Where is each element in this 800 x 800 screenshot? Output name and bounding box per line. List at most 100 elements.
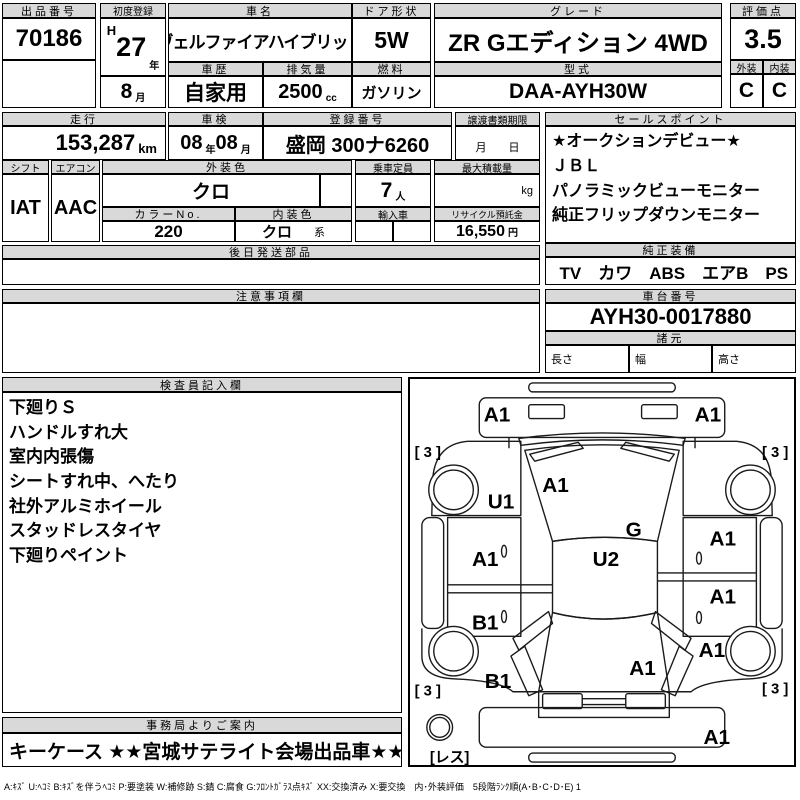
- reg-no-value: 盛岡 300ナ6260: [263, 126, 452, 160]
- inspection-year-unit: 年: [205, 145, 216, 156]
- door-shape-label: ドア形状: [352, 3, 431, 18]
- diagram-label-spare-tire: [レス]: [430, 750, 470, 765]
- mileage-value: 153,287: [55, 130, 136, 155]
- wheel-front-left-inner: [433, 469, 475, 511]
- door-divider-left: [447, 584, 553, 594]
- headlight-right: [640, 404, 678, 420]
- color-no-label: カラーNo.: [102, 207, 235, 221]
- inspector-notes: 下廻りＳ ハンドルすれ大 室内内張傷 シートすれ中、へたり 社外アルミホイール …: [2, 392, 402, 713]
- office-label: 事務局よりご案内: [2, 717, 402, 733]
- cowl-strip: [518, 432, 686, 447]
- ext-color-empty-cell: [320, 174, 352, 207]
- first-reg-month: 8: [120, 80, 133, 103]
- rear-edge-bar: [528, 752, 676, 763]
- car-damage-diagram: A1 A1 [ 3 ] [ 3 ] U1 A1 G U2 A1 A1 B1 A1 B1 A1 A1 [ 3 ]…: [415, 382, 788, 766]
- diagram-label-door-front-right: A1: [709, 527, 736, 550]
- import-car-empty-1: [355, 221, 393, 242]
- capacity-unit: 人: [395, 192, 406, 203]
- wheel-rear-left-inner: [433, 630, 475, 672]
- mileage-label: 走行: [2, 112, 166, 126]
- reg-no-label: 登録番号: [263, 112, 452, 126]
- notes-label: 注意事項欄: [2, 289, 540, 303]
- spec-length-label: 長さ: [545, 345, 629, 373]
- specs-label: 諸元: [545, 331, 796, 345]
- displacement-unit: cc: [325, 93, 337, 104]
- capacity-label: 乗車定員: [355, 160, 431, 174]
- rocker-right: [759, 516, 783, 630]
- auction-no-empty-cell: [2, 60, 96, 108]
- max-load-label: 最大積載量: [434, 160, 540, 174]
- history-label: 車歴: [168, 62, 263, 76]
- diagram-label-quarter-left: B1: [485, 670, 512, 693]
- int-color-suffix: 系: [314, 226, 325, 239]
- pillar-strip-right-upper: [650, 610, 692, 651]
- door-divider-right: [657, 572, 757, 582]
- diagram-label-hood-windshield: A1: [542, 474, 569, 497]
- wheel-rear-right-inner: [729, 630, 771, 672]
- recycle-cell: 16,550 円: [434, 221, 540, 242]
- spec-height-label: 高さ: [712, 345, 796, 373]
- sales-points-label: セールスポイント: [545, 112, 796, 126]
- door-handle-left-rear: [500, 609, 508, 624]
- transfer-deadline-label: 譲渡書類期限: [455, 112, 540, 126]
- auction-sheet: 出品番号 70186 初度登録 H 27 年 8 月 車名 ヴェルファイアハイブ…: [0, 0, 800, 800]
- diagram-label-quarter-right: A1: [699, 639, 726, 662]
- diagram-label-tire-rear-left: [ 3 ]: [415, 684, 441, 700]
- max-load-unit: kg: [434, 174, 540, 207]
- recycle-unit: 円: [507, 228, 518, 239]
- diagram-label-roof: U2: [593, 548, 620, 571]
- diagram-label-tire-front-left: [ 3 ]: [415, 445, 441, 461]
- chassis-label: 車台番号: [545, 289, 796, 303]
- rear-bumper-shape: [478, 706, 726, 748]
- exterior-score-label: 外装: [730, 60, 763, 74]
- first-reg-era: H: [106, 23, 117, 38]
- spare-tire-circle-inner: [429, 716, 451, 738]
- inspection-year: 08: [180, 131, 203, 154]
- office-value: キーケース ★★宮城サテライト会場出品車★★: [2, 733, 402, 767]
- first-reg-month-unit: 月: [135, 93, 146, 104]
- fuel-label: 燃料: [352, 62, 431, 76]
- first-reg-month-cell: 8 月: [100, 76, 166, 108]
- first-reg-year-cell: H 27 年: [100, 18, 166, 76]
- spec-width-label: 幅: [629, 345, 712, 373]
- first-reg-label: 初度登録: [100, 3, 166, 18]
- car-name-value: ヴェルファイアハイブリッド: [168, 18, 352, 62]
- displacement-cell: 2500 cc: [263, 76, 352, 108]
- model-code-value: DAA-AYH30W: [434, 76, 722, 108]
- shift-label: シフト: [2, 160, 49, 174]
- history-value: 自家用: [168, 76, 263, 108]
- ext-color-label: 外装色: [102, 160, 352, 174]
- taillight-right: [625, 693, 667, 710]
- displacement-value: 2500: [278, 80, 323, 103]
- door-handle-right-rear: [695, 610, 703, 625]
- car-damage-diagram-box: A1 A1 [ 3 ] [ 3 ] U1 A1 G U2 A1 A1 B1 A1 B1 A1 A1 [ 3 ]…: [408, 377, 796, 767]
- car-name-label: 車名: [168, 3, 352, 18]
- int-color-label: 内装色: [235, 207, 352, 221]
- diagram-label-front-bumper-left: A1: [484, 404, 511, 427]
- chassis-value: AYH30-0017880: [545, 303, 796, 331]
- rocker-left: [421, 516, 445, 630]
- displacement-label: 排気量: [263, 62, 352, 76]
- import-car-label: 輸入車: [355, 207, 431, 221]
- ext-color-value: クロ: [102, 174, 320, 207]
- auction-no-label: 出品番号: [2, 3, 96, 18]
- door-handle-right-front: [695, 551, 703, 565]
- grade-value: ZR Gエディション 4WD: [434, 18, 722, 62]
- diagram-label-rear-bumper: A1: [704, 726, 731, 749]
- taillight-left: [541, 693, 583, 710]
- fuel-value: ガソリン: [352, 76, 431, 108]
- wheel-front-right-inner: [729, 469, 771, 511]
- diagram-label-front-fender-left: U1: [488, 491, 515, 514]
- door-handle-left-front: [500, 544, 508, 558]
- diagram-label-rear-gate: A1: [629, 657, 656, 680]
- inspection-label: 車検: [168, 112, 263, 126]
- diagram-label-windshield-glass: G: [626, 518, 642, 541]
- inspector-label: 検査員記入欄: [2, 377, 402, 392]
- equipment-label: 純正装備: [545, 243, 796, 257]
- import-car-empty-2: [393, 221, 431, 242]
- score-value: 3.5: [730, 18, 796, 60]
- inspection-month: 08: [215, 131, 238, 154]
- int-color-value: クロ: [261, 224, 292, 241]
- notes-value: [2, 303, 540, 373]
- interior-score-value: C: [763, 74, 796, 108]
